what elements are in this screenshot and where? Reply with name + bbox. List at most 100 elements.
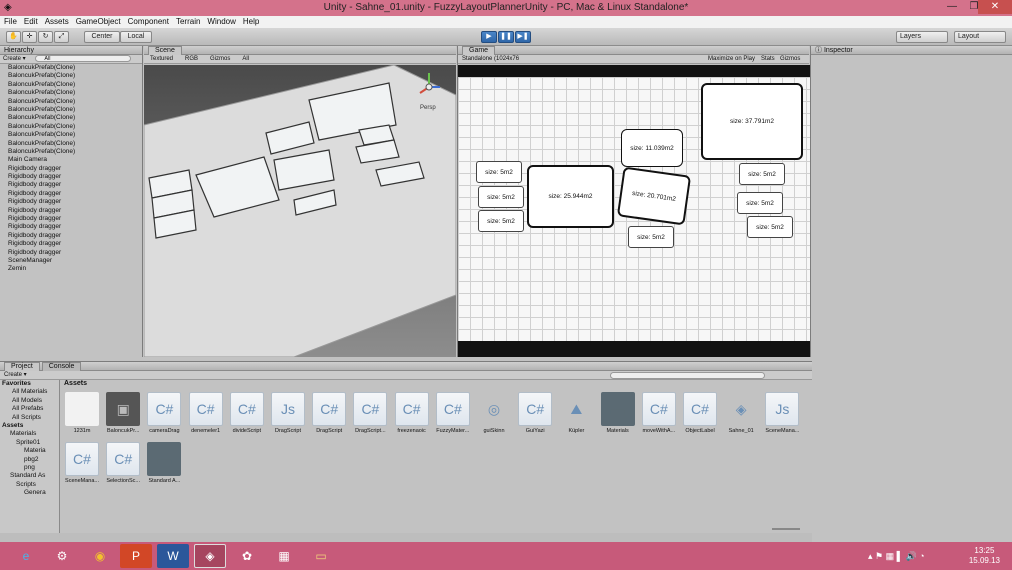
room-box[interactable]: size: 5m2 xyxy=(739,163,785,185)
pivot-local-button[interactable]: Local xyxy=(120,31,152,43)
project-tab[interactable]: Project xyxy=(4,362,40,371)
menu-assets[interactable]: Assets xyxy=(45,16,69,28)
hierarchy-item[interactable]: BaloncukPrefab(Clone) xyxy=(0,123,142,131)
asset-item[interactable]: C# FuzzyMater... xyxy=(433,392,473,434)
project-tree-item[interactable]: Genera xyxy=(0,489,59,497)
menu-terrain[interactable]: Terrain xyxy=(176,16,200,28)
asset-item[interactable]: C# freezenaoic xyxy=(392,392,432,434)
hierarchy-item[interactable]: Rigidbody dragger xyxy=(0,223,142,231)
internet-explorer-icon[interactable]: e xyxy=(10,544,42,568)
asset-item[interactable]: C# SelectionSc... xyxy=(103,442,143,484)
minimize-button[interactable]: — xyxy=(940,0,964,14)
asset-item[interactable]: C# denemeler1 xyxy=(186,392,226,434)
hierarchy-item[interactable]: BaloncukPrefab(Clone) xyxy=(0,81,142,89)
clock[interactable]: 13:25 15.09.13 xyxy=(969,546,1000,566)
menu-help[interactable]: Help xyxy=(243,16,259,28)
render-mode-dropdown[interactable]: Textured xyxy=(150,55,173,63)
app2-icon[interactable]: ✿ xyxy=(231,544,263,568)
menu-gameobject[interactable]: GameObject xyxy=(76,16,121,28)
hierarchy-item[interactable]: Rigidbody dragger xyxy=(0,249,142,257)
hierarchy-item[interactable]: Rigidbody dragger xyxy=(0,232,142,240)
hierarchy-item[interactable]: BaloncukPrefab(Clone) xyxy=(0,114,142,122)
layers-dropdown[interactable]: Layers xyxy=(896,31,948,43)
asset-item[interactable]: C# cameraDrag xyxy=(144,392,184,434)
pause-icon[interactable]: ❚❚ xyxy=(498,31,514,43)
console-tab[interactable]: Console xyxy=(41,362,82,371)
move-tool-icon[interactable]: ✛ xyxy=(22,31,37,43)
hierarchy-item[interactable]: Rigidbody dragger xyxy=(0,173,142,181)
project-search-input[interactable] xyxy=(610,372,765,379)
inspector-tab[interactable]: Inspector xyxy=(824,47,853,54)
hierarchy-item[interactable]: BaloncukPrefab(Clone) xyxy=(0,72,142,80)
asset-item[interactable]: ▬ Standard A... xyxy=(144,442,184,484)
menu-edit[interactable]: Edit xyxy=(24,16,38,28)
scene-tab[interactable]: Scene xyxy=(148,46,182,55)
hand-tool-icon[interactable]: ✋ xyxy=(6,31,21,43)
hierarchy-item[interactable]: BaloncukPrefab(Clone) xyxy=(0,98,142,106)
room-box[interactable]: size: 37.791m2 xyxy=(701,83,803,160)
project-create-button[interactable]: Create xyxy=(4,372,22,378)
scene-search-input[interactable]: All xyxy=(242,55,249,63)
hierarchy-search-input[interactable]: All xyxy=(35,55,132,62)
game-viewport[interactable]: size: 37.791m2 size: 11.039m2 size: 5m2 … xyxy=(458,65,810,357)
hierarchy-item[interactable]: Rigidbody dragger xyxy=(0,240,142,248)
assets-breadcrumb[interactable]: Assets xyxy=(64,380,87,387)
room-box[interactable]: size: 5m2 xyxy=(478,210,524,232)
asset-item[interactable]: C# DragScript xyxy=(309,392,349,434)
hierarchy-item[interactable]: BaloncukPrefab(Clone) xyxy=(0,148,142,156)
asset-item[interactable]: 1231m xyxy=(62,392,102,434)
color-mode-dropdown[interactable]: RGB xyxy=(185,55,198,63)
hierarchy-item[interactable]: BaloncukPrefab(Clone) xyxy=(0,131,142,139)
scene-gizmos-dropdown[interactable]: Gizmos xyxy=(210,55,230,63)
project-tree-item[interactable]: png xyxy=(0,464,59,472)
powerpoint-icon[interactable]: P xyxy=(120,544,152,568)
close-button[interactable]: ✕ xyxy=(978,0,1012,14)
app-icon[interactable]: ⚙ xyxy=(46,544,78,568)
asset-item[interactable]: C# moveWithA... xyxy=(639,392,679,434)
unity-icon[interactable]: ◈ xyxy=(194,544,226,568)
asset-item[interactable]: C# SceneMana... xyxy=(62,442,102,484)
project-tree-item[interactable]: Standard As xyxy=(0,472,59,480)
asset-item[interactable]: C# ObjectLabel xyxy=(680,392,720,434)
asset-item[interactable]: C# GuiYazi xyxy=(515,392,555,434)
hierarchy-item[interactable]: BaloncukPrefab(Clone) xyxy=(0,89,142,97)
room-box[interactable]: size: 5m2 xyxy=(478,186,524,208)
hierarchy-item[interactable]: Rigidbody dragger xyxy=(0,190,142,198)
layout-dropdown[interactable]: Layout xyxy=(954,31,1006,43)
asset-item[interactable]: Js DragScript xyxy=(268,392,308,434)
asset-item[interactable]: ◈ Sahne_01 xyxy=(721,392,761,435)
hierarchy-item[interactable]: BaloncukPrefab(Clone) xyxy=(0,64,142,72)
scene-viewport[interactable]: Persp xyxy=(144,65,456,357)
menu-window[interactable]: Window xyxy=(207,16,235,28)
play-icon[interactable]: ▶ xyxy=(481,31,497,43)
asset-item[interactable]: ⛰ Küpler xyxy=(556,392,596,435)
project-tree-item[interactable]: Materials xyxy=(0,430,59,438)
hierarchy-item[interactable]: BaloncukPrefab(Clone) xyxy=(0,106,142,114)
room-box[interactable]: size: 5m2 xyxy=(476,161,522,183)
maximize-on-play-toggle[interactable]: Maximize on Play xyxy=(708,55,755,64)
hierarchy-item[interactable]: Main Camera xyxy=(0,156,142,164)
pivot-center-button[interactable]: Center xyxy=(84,31,120,43)
rotate-tool-icon[interactable]: ↻ xyxy=(38,31,53,43)
project-tree-item[interactable]: Favorites xyxy=(0,380,59,388)
room-box[interactable]: size: 25.944m2 xyxy=(527,165,614,228)
asset-item[interactable]: C# DragScript... xyxy=(350,392,390,434)
room-box[interactable]: size: 5m2 xyxy=(747,216,793,238)
asset-item[interactable]: ▬ Materials xyxy=(598,392,638,434)
room-box[interactable]: size: 5m2 xyxy=(737,192,783,214)
hierarchy-item[interactable]: Rigidbody dragger xyxy=(0,181,142,189)
hierarchy-item[interactable]: Rigidbody dragger xyxy=(0,198,142,206)
game-tab[interactable]: Game xyxy=(462,46,496,55)
step-icon[interactable]: ▶❚ xyxy=(515,31,531,43)
room-box[interactable]: size: 5m2 xyxy=(628,226,674,248)
resolution-dropdown[interactable]: Standalone (1024x76 xyxy=(462,56,519,62)
stats-toggle[interactable]: Stats xyxy=(761,55,775,64)
project-tree-item[interactable]: Assets xyxy=(0,422,59,430)
hierarchy-item[interactable]: Rigidbody dragger xyxy=(0,165,142,173)
hierarchy-create-button[interactable]: Create xyxy=(3,56,21,62)
project-tree-item[interactable]: All Scripts xyxy=(0,414,59,422)
app3-icon[interactable]: ▦ xyxy=(268,544,300,568)
project-tree-item[interactable]: Materia xyxy=(0,447,59,455)
room-box[interactable]: size: 11.039m2 xyxy=(621,129,683,167)
chrome-icon[interactable]: ◉ xyxy=(84,544,116,568)
